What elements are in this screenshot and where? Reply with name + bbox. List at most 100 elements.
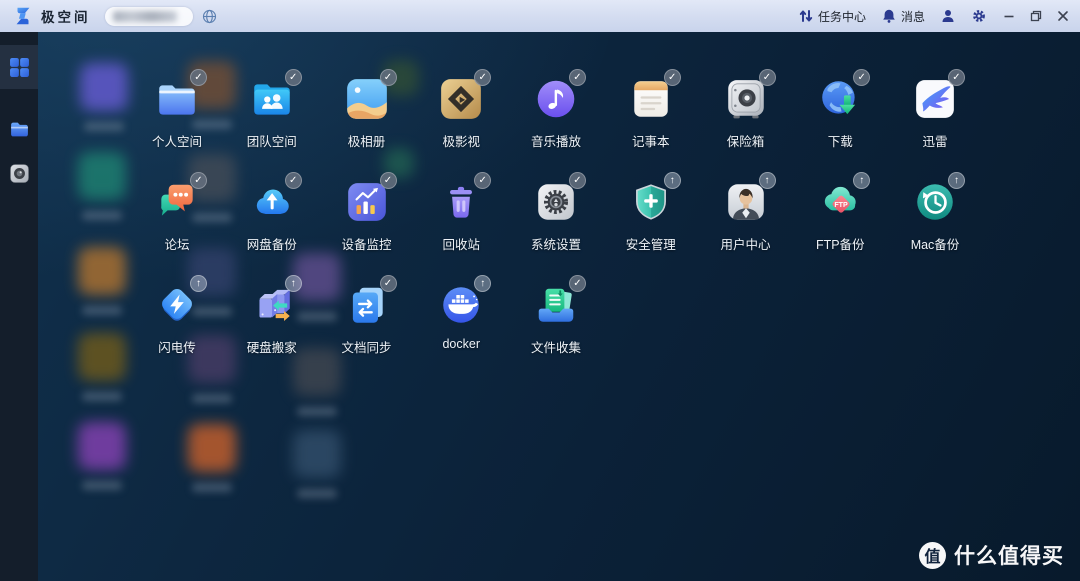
desktop: ✓个人空间 ✓团队空间 ✓极相册 ✓极影视 ✓音乐播放 ✓记事本 ✓保险箱 ✓下… — [38, 32, 1080, 581]
installed-check-badge: ✓ — [380, 69, 397, 86]
app-label: 回收站 — [416, 234, 506, 253]
app-photos[interactable]: ✓ 极相册 — [322, 76, 412, 150]
censored-app-icon — [188, 424, 236, 472]
personal-folder-icon: ✓ — [154, 76, 200, 122]
app-label: 迅雷 — [890, 131, 980, 150]
titlebar: 极空间 任务中心 — [0, 0, 1080, 32]
installed-check-badge: ✓ — [664, 69, 681, 86]
sidebar-item-surveillance[interactable] — [0, 151, 38, 195]
installed-check-badge: ✓ — [569, 172, 586, 189]
app-label: Mac备份 — [890, 234, 980, 253]
censored-app-icon — [78, 247, 126, 295]
app-file-collect[interactable]: ✓文件收集 — [511, 282, 601, 356]
download-icon: ✓ — [817, 76, 863, 122]
app-label: 系统设置 — [511, 234, 601, 253]
lens-icon — [9, 163, 30, 184]
app-label: 下载 — [795, 131, 885, 150]
apps-grid-icon — [9, 57, 30, 78]
update-arrow-badge: ↑ — [759, 172, 776, 189]
app-safe-box[interactable]: ✓保险箱 — [701, 76, 791, 150]
user-center-icon: ↑ — [723, 179, 769, 225]
app-download[interactable]: ✓ 下载 — [795, 76, 885, 150]
censored-app-label — [82, 211, 122, 220]
task-center-icon — [798, 8, 814, 24]
app-label: 闪电传 — [132, 337, 222, 356]
messages-button[interactable]: 消息 — [881, 8, 925, 25]
cloud-backup-icon: ✓ — [249, 179, 295, 225]
app-cloud-backup[interactable]: ✓网盘备份 — [227, 179, 317, 253]
lightning-icon: ↑ — [154, 282, 200, 328]
censored-app-label — [82, 306, 122, 315]
app-disk-migrate[interactable]: ↑硬盘搬家 — [227, 282, 317, 356]
app-lightning-transfer[interactable]: ↑ 闪电传 — [132, 282, 222, 356]
maximize-restore-icon — [1029, 9, 1043, 23]
app-label: 个人空间 — [132, 131, 222, 150]
app-doc-sync[interactable]: ✓文档同步 — [322, 282, 412, 356]
minimize-icon — [1002, 9, 1016, 23]
update-arrow-badge: ↑ — [948, 172, 965, 189]
photos-icon: ✓ — [344, 76, 390, 122]
settings-button[interactable] — [971, 8, 987, 24]
smzdm-watermark-text: 什么值得买 — [954, 540, 1064, 570]
app-xunlei[interactable]: ✓迅雷 — [890, 76, 980, 150]
sidebar-item-files[interactable] — [0, 107, 38, 151]
file-collect-icon: ✓ — [533, 282, 579, 328]
disk-move-icon: ↑ — [249, 282, 295, 328]
installed-check-badge: ✓ — [190, 69, 207, 86]
app-docker[interactable]: ↑docker — [416, 282, 506, 351]
app-notepad[interactable]: ✓记事本 — [606, 76, 696, 150]
update-arrow-badge: ↑ — [285, 275, 302, 292]
smzdm-logo-icon: 值 — [919, 542, 946, 569]
censor-smudge — [113, 11, 177, 22]
app-label: 极相册 — [322, 131, 412, 150]
app-label: 记事本 — [606, 131, 696, 150]
app-personal-space[interactable]: ✓ 个人空间 — [132, 76, 222, 150]
update-arrow-badge: ↑ — [664, 172, 681, 189]
app-title: 极空间 — [41, 6, 91, 26]
app-user-center[interactable]: ↑用户中心 — [701, 179, 791, 253]
installed-check-badge: ✓ — [474, 69, 491, 86]
task-center-label: 任务中心 — [818, 8, 866, 25]
app-music-player[interactable]: ✓ 音乐播放 — [511, 76, 601, 150]
app-movies[interactable]: ✓极影视 — [416, 76, 506, 150]
app-security-manage[interactable]: ↑ 安全管理 — [606, 179, 696, 253]
bell-icon — [881, 8, 897, 24]
close-button[interactable] — [1056, 9, 1070, 23]
app-ftp-backup[interactable]: FTP↑FTP备份 — [795, 179, 885, 253]
installed-check-badge: ✓ — [285, 172, 302, 189]
sidebar-item-apps[interactable] — [0, 45, 38, 89]
globe-icon[interactable] — [202, 9, 217, 24]
app-label: 音乐播放 — [511, 131, 601, 150]
app-recycle-bin[interactable]: ✓ 回收站 — [416, 179, 506, 253]
safe-icon: ✓ — [723, 76, 769, 122]
ftp-icon: FTP↑ — [817, 179, 863, 225]
user-account-button[interactable] — [940, 8, 956, 24]
app-team-space[interactable]: ✓团队空间 — [227, 76, 317, 150]
music-icon: ✓ — [533, 76, 579, 122]
installed-check-badge: ✓ — [759, 69, 776, 86]
security-icon: ↑ — [628, 179, 674, 225]
installed-check-badge: ✓ — [853, 69, 870, 86]
app-label: 安全管理 — [606, 234, 696, 253]
censored-app-icon — [80, 63, 128, 111]
censored-app-label — [192, 483, 232, 492]
censored-app-icon — [78, 152, 126, 200]
task-center-button[interactable]: 任务中心 — [798, 8, 866, 25]
user-icon — [940, 8, 956, 24]
app-label: 文档同步 — [322, 337, 412, 356]
minimize-button[interactable] — [1002, 9, 1016, 23]
gear-icon — [971, 8, 987, 24]
maximize-button[interactable] — [1029, 9, 1043, 23]
app-system-settings[interactable]: ✓系统设置 — [511, 179, 601, 253]
svg-text:FTP: FTP — [835, 201, 849, 209]
recycle-icon: ✓ — [438, 179, 484, 225]
app-device-monitor[interactable]: ✓设备监控 — [322, 179, 412, 253]
app-label: docker — [416, 337, 506, 351]
username-pill-censored[interactable] — [105, 7, 193, 26]
installed-check-badge: ✓ — [380, 275, 397, 292]
installed-check-badge: ✓ — [569, 69, 586, 86]
app-forum[interactable]: ✓论坛 — [132, 179, 222, 253]
installed-check-badge: ✓ — [474, 172, 491, 189]
app-mac-backup[interactable]: ↑Mac备份 — [890, 179, 980, 253]
app-label: 极影视 — [416, 131, 506, 150]
